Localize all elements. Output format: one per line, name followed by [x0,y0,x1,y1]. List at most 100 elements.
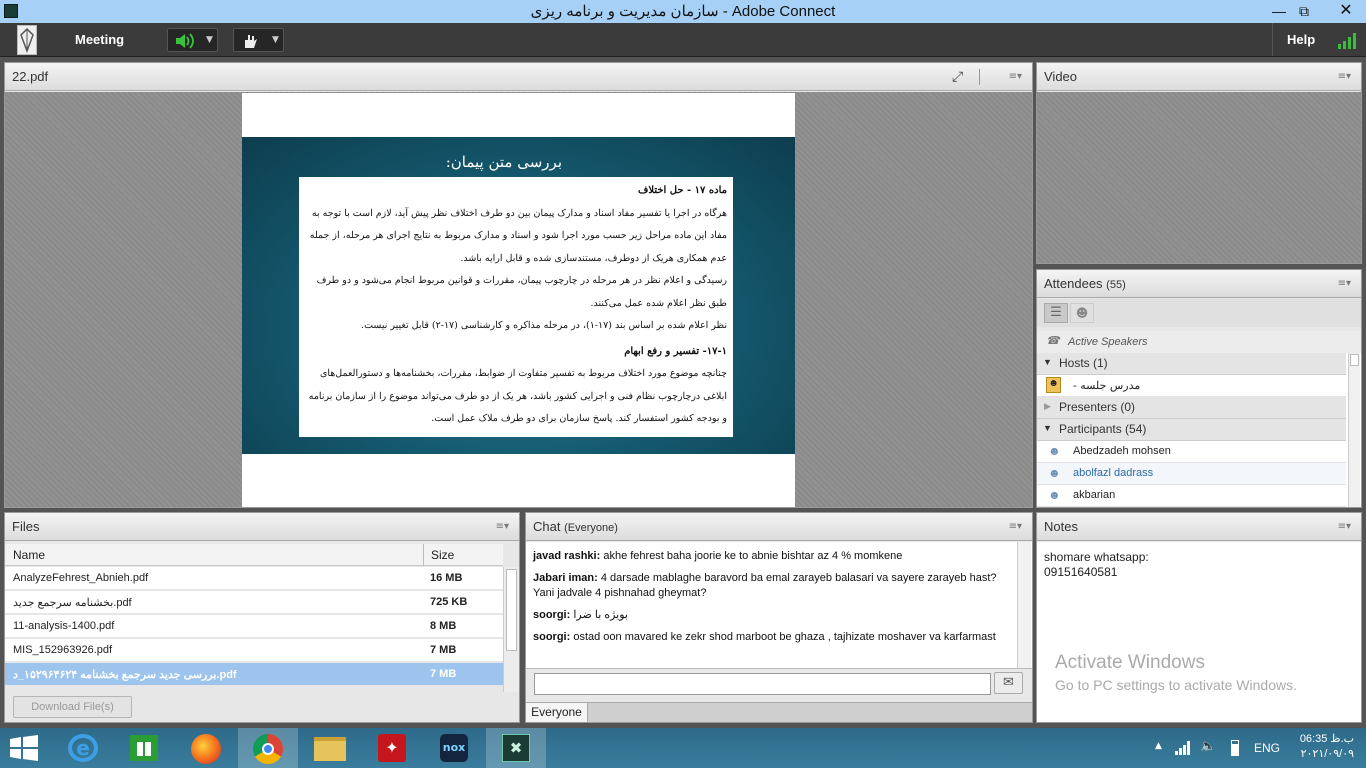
taskbar: e ✦ nox ✖ ▲ 🔈 ENG 06:35 ب.ظ ۲۰۲۱/۰۹/۰۹ [0,728,1366,768]
slide-paragraph: نظر اعلام شده بر اساس بند (۱۷-۱)، در مرح… [361,320,727,331]
explorer-icon[interactable] [300,728,360,768]
file-row[interactable]: MIS_152963926.pdf 7 MB [5,639,503,662]
scroll-thumb[interactable] [1350,354,1359,366]
clock-time: 06:35 ب.ظ [1299,733,1354,745]
microphone-icon: ☎ [1046,335,1060,347]
files-pod-header: Files ≡▾ [5,513,519,541]
send-message-icon[interactable]: ✉ [994,672,1023,694]
participant-icon: ☻ [1048,488,1061,502]
attendees-pod: Attendees (55) ≡▾ ☰ ☻ ☎ Active Speakers … [1036,269,1362,508]
fullscreen-icon[interactable]: ⤢ [952,69,963,85]
pod-options-icon[interactable]: ≡▾ [496,521,509,532]
window-title: سازمان مدیریت و برنامه ریزی - Adobe Conn… [530,3,836,20]
chat-messages: javad rashki: akhe fehrest baha joorie k… [526,542,1032,669]
ie-icon[interactable]: e [53,728,113,768]
chat-input-bar: ✉ [526,669,1032,702]
file-row[interactable]: AnalyzeFehrest_Abnieh.pdf 16 MB [5,567,503,590]
chat-message: Jabari iman: 4 darsade mablaghe baravord… [533,572,997,599]
pod-options-icon[interactable]: ≡▾ [1338,71,1351,82]
notes-line: shomare whatsapp: [1044,550,1149,564]
files-table-header: Name Size [5,544,503,566]
file-row[interactable]: بخشنامه سرجمع جدید.pdf 725 KB [5,591,503,614]
host-icon: ☻ [1046,377,1061,393]
chat-pod-title: Chat (Everyone) [533,519,618,534]
attendee-scrollbar[interactable] [1348,353,1360,507]
nox-icon[interactable]: nox [424,728,484,768]
attendee-list: ▼ Hosts (1) ☻ مدرس جلسه - ▶ Presenters (0) … [1037,353,1361,507]
video-area [1037,92,1361,263]
pod-options-icon[interactable]: ≡▾ [1009,71,1022,82]
video-pod: Video ≡▾ [1036,62,1362,264]
participants-section[interactable]: ▼ Participants (54) [1037,419,1346,441]
tab-everyone[interactable]: Everyone [526,703,588,722]
speaker-button[interactable]: ▼ [167,28,218,52]
language-indicator[interactable]: ENG [1254,741,1280,755]
participant-item[interactable]: ☻ abolfazl dadrass [1037,463,1346,485]
column-name-header[interactable]: Name [13,548,45,562]
participant-icon: ☻ [1048,466,1061,480]
chat-tab-bar: Everyone [526,702,1032,722]
chat-message: soorgi: ostad oon mavared ke zekr shod m… [533,631,996,643]
collapse-icon: ▼ [1043,423,1052,433]
chevron-down-icon: ▼ [206,35,213,45]
close-button[interactable]: ✕ [1329,0,1363,23]
attendee-count: (55) [1106,279,1126,291]
chat-input[interactable] [534,673,991,695]
chat-pod-header: Chat (Everyone) ≡▾ [526,513,1032,541]
restore-button[interactable]: ⧉ [1287,0,1321,23]
files-pod-title: Files [12,519,40,534]
pod-options-icon[interactable]: ≡▾ [1009,521,1022,532]
raise-hand-button[interactable]: ▼ [233,28,284,52]
divider [423,544,424,566]
slide-paragraph: چنانچه موضوع مورد اختلاف مربوط به تفسیر … [308,368,727,424]
volume-icon[interactable]: 🔈 [1200,739,1216,754]
participant-item[interactable]: ☻ akbarian [1037,485,1346,507]
network-icon[interactable] [1175,741,1191,755]
participant-icon: ☻ [1048,444,1061,458]
slide-paragraph: هرگاه در اجرا یا تفسیر مفاد اسناد و مدار… [309,207,727,264]
chrome-icon[interactable] [238,728,298,768]
share-pod-title: 22.pdf [12,69,49,84]
slide-section-title: ۱۷-۱- تفسیر و رفع ابهام [624,345,727,357]
column-size-header[interactable]: Size [431,548,454,562]
pod-options-icon[interactable]: ≡▾ [1338,521,1351,532]
chat-pod: Chat (Everyone) ≡▾ javad rashki: akhe fe… [525,512,1033,723]
slide-paragraph: رسیدگی و اعلام نظر در هر مرحله در چارچوب… [316,275,727,309]
list-view-icon[interactable]: ☰ [1044,303,1068,323]
notes-line: 09151640581 [1044,565,1118,579]
download-files-button[interactable]: Download File(s) [13,696,132,718]
files-scrollbar[interactable] [503,567,519,692]
pod-options-icon[interactable]: ≡▾ [1338,278,1351,289]
windows-icon [10,735,38,761]
attendees-toolbar: ☰ ☻ [1037,299,1361,327]
video-pod-header: Video ≡▾ [1037,63,1361,91]
file-row[interactable]: 11-analysis-1400.pdf 8 MB [5,615,503,638]
help-menu[interactable]: Help [1287,32,1315,47]
clock-date: ۲۰۲۱/۰۹/۰۹ [1300,748,1354,760]
start-button[interactable] [0,728,60,768]
clock[interactable]: 06:35 ب.ظ ۲۰۲۱/۰۹/۰۹ [1284,732,1354,762]
connection-strength-icon [1338,33,1356,49]
file-row-selected[interactable]: بررسی جدید سرجمع بخشنامه ۱۵۲۹۶۴۶۲۴_د.pdf… [5,663,503,686]
notes-content[interactable]: shomare whatsapp: 09151640581 [1037,542,1361,722]
battery-icon[interactable] [1231,740,1239,756]
host-item[interactable]: ☻ مدرس جلسه - [1037,375,1346,397]
status-view-icon[interactable]: ☻ [1070,303,1094,323]
adobe-connect-icon[interactable]: ✖ [486,728,546,768]
slide-background: بررسی متن پیمان: ماده ۱۷ - حل اختلاف هرگ… [242,137,795,454]
presenters-section[interactable]: ▶ Presenters (0) [1037,397,1346,419]
hosts-section[interactable]: ▼ Hosts (1) [1037,353,1346,375]
acrobat-icon[interactable]: ✦ [362,728,422,768]
firefox-icon[interactable] [176,728,236,768]
tray-expand-icon[interactable]: ▲ [1155,741,1162,751]
organization-logo [17,25,37,55]
participant-item[interactable]: ☻ Abedzadeh mohsen [1037,441,1346,463]
attendees-pod-header: Attendees (55) ≡▾ [1037,270,1361,298]
scroll-thumb[interactable] [506,569,517,651]
chat-scrollbar[interactable] [1017,542,1031,668]
chat-message: javad rashki: akhe fehrest baha joorie k… [533,550,903,562]
meeting-menu[interactable]: Meeting [75,32,124,47]
store-icon[interactable] [114,728,174,768]
attendees-pod-title: Attendees (55) [1044,276,1126,291]
menu-bar: Meeting ▼ ▼ Help [0,23,1366,57]
